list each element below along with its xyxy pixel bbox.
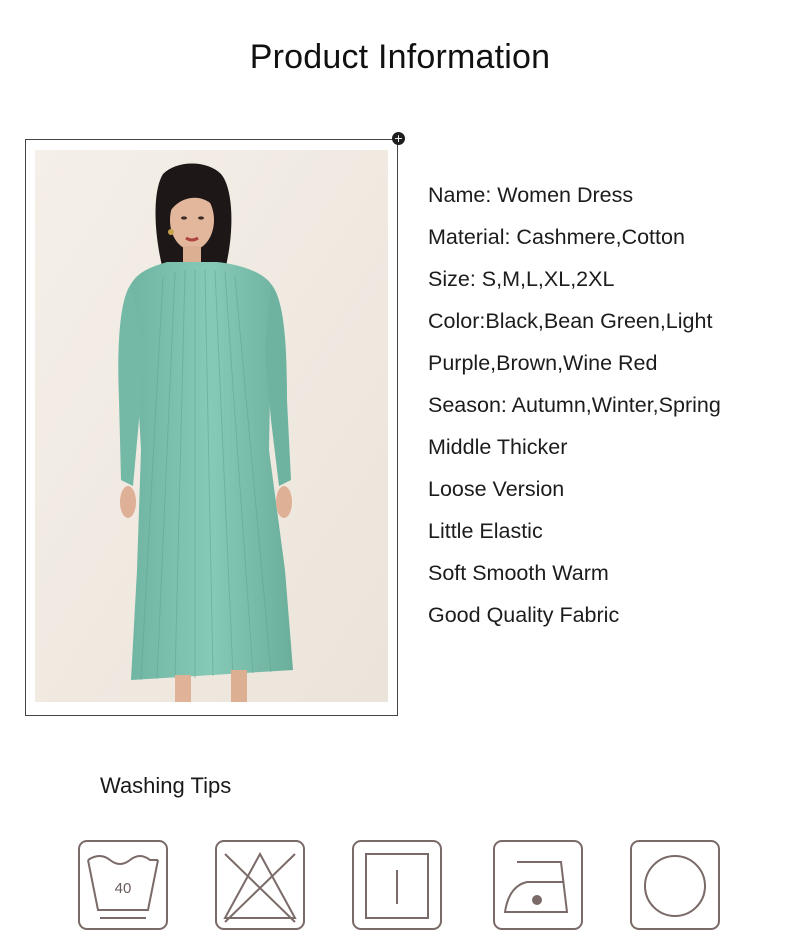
page-title: Product Information [249,38,551,76]
product-photo [35,150,388,702]
wash-temperature: 40 [114,880,132,897]
info-line-name: Name: Women Dress [428,183,634,207]
info-line-version: Loose Version [428,477,565,501]
do-not-bleach-icon [215,840,305,930]
iron-low-icon [493,840,583,930]
info-line-quality: Good Quality Fabric [428,603,620,627]
info-line-material: Material: Cashmere,Cotton [428,225,685,249]
model-in-dress-image [35,150,388,702]
product-info-list: Name: Women Dress Material: Cashmere,Cot… [428,174,721,636]
wash-40-icon: 40 [78,840,168,930]
info-line-feel: Soft Smooth Warm [428,561,609,585]
info-line-thickness: Middle Thicker [428,435,568,459]
info-line-season: Season: Autumn,Winter,Spring [428,393,721,417]
washing-tips-title: Washing Tips [100,773,232,798]
dry-clean-icon [630,840,720,930]
info-line-color: Color:Black,Bean Green,Light [428,309,713,333]
info-line-size: Size: S,M,L,XL,2XL [428,267,615,291]
plus-icon[interactable]: + [392,132,405,145]
info-line-elastic: Little Elastic [428,519,543,543]
info-line-color-continued: Purple,Brown,Wine Red [428,351,658,375]
dry-flat-icon [352,840,442,930]
